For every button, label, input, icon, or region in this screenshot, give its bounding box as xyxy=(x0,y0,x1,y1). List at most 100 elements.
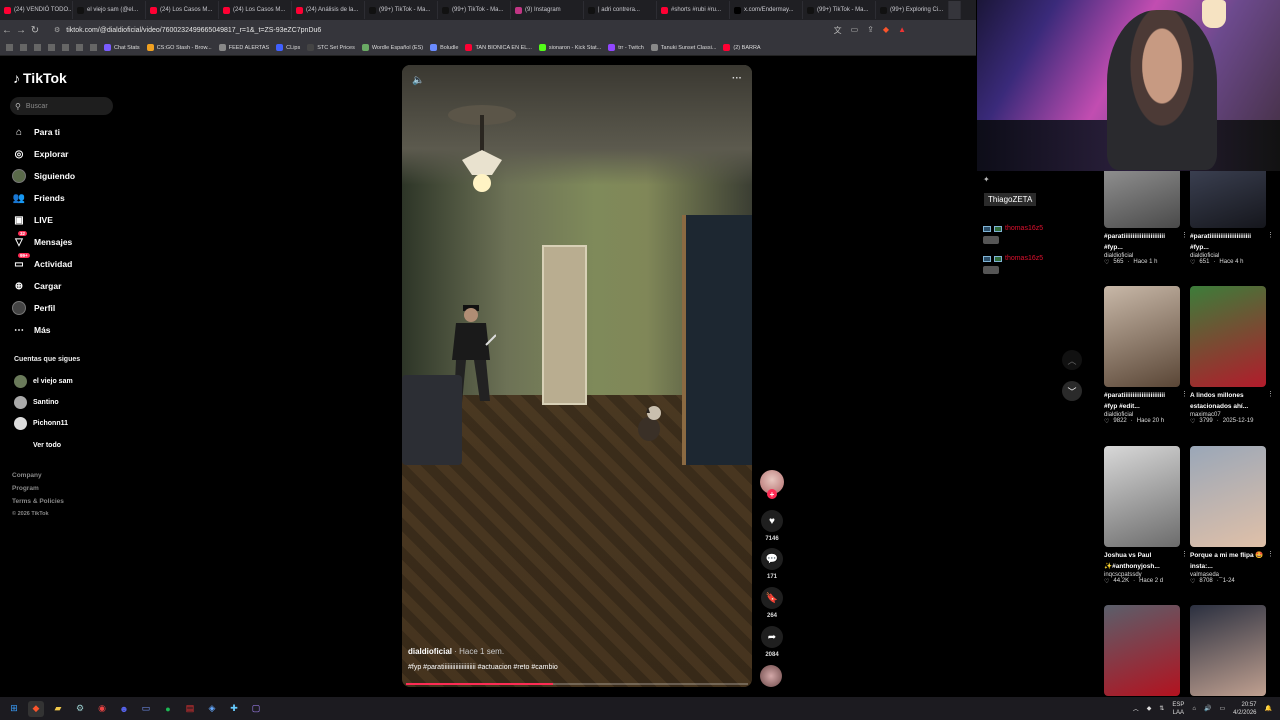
card-more-icon[interactable]: ⋮ xyxy=(1181,550,1188,558)
app-icon-cross[interactable]: ✚ xyxy=(226,701,242,717)
recommended-video-card[interactable]: Joshua vs Paul ✨#anthonyjosh... inqcscpat… xyxy=(1104,446,1188,585)
video-title[interactable]: A lindos millones estacionados ahí... xyxy=(1190,390,1266,412)
comment-icon[interactable]: 💬 xyxy=(761,548,783,570)
tray-network-icon[interactable]: ⇅ xyxy=(1159,705,1164,712)
sidebar-item-siguiendo[interactable]: Siguiendo xyxy=(12,167,122,185)
video-author[interactable]: dialdioficial · Hace 1 sem. xyxy=(408,647,748,656)
sidebar-item-live[interactable]: ▣ LIVE xyxy=(12,211,122,229)
bookmark-icon-k[interactable] xyxy=(20,44,27,51)
heart-icon[interactable]: ♥ xyxy=(761,510,783,532)
video-thumbnail[interactable] xyxy=(1190,605,1266,696)
browser-tab[interactable]: (24) Análisis de la... xyxy=(292,1,365,19)
sidebar-item-más[interactable]: ⋯ Más xyxy=(12,321,122,339)
bookmark-icon-a[interactable] xyxy=(48,44,55,51)
video-thumbnail[interactable] xyxy=(1190,446,1266,547)
sidebar-item-actividad[interactable]: ▭ 99+ Actividad xyxy=(12,253,122,273)
sidebar-item-para-ti[interactable]: ⌂ Para ti xyxy=(12,123,122,141)
bookmark-item[interactable]: CS:GO Stash - Brow... xyxy=(146,44,212,51)
card-more-icon[interactable]: ⋮ xyxy=(1267,550,1274,558)
site-info-icon[interactable]: ⚙ xyxy=(54,26,60,34)
app-icon-window[interactable]: ▢ xyxy=(248,701,264,717)
tray-chevron-icon[interactable]: ︿ xyxy=(1133,704,1139,713)
app-icon-diamond[interactable]: ◈ xyxy=(204,701,220,717)
video-progress-bar[interactable] xyxy=(406,683,748,685)
brave-app-icon[interactable]: ◆ xyxy=(28,700,44,717)
share-icon[interactable]: ⇪ xyxy=(867,25,874,36)
video-hashtags[interactable]: #fyp #paratiiiiiiiiiiiiiiiiiiiii #actuac… xyxy=(408,664,748,671)
bookmark-item[interactable]: FEED ALERTAS xyxy=(218,44,269,51)
video-thumbnail[interactable] xyxy=(1104,605,1180,696)
bookmark-item[interactable]: STC Set Prices xyxy=(307,44,355,51)
browser-tab[interactable]: (99+) TikTok - Ma... xyxy=(803,1,876,19)
file-explorer-icon[interactable]: ▰ xyxy=(50,701,66,717)
rewards-icon[interactable]: ▲ xyxy=(898,25,906,36)
next-video-button[interactable]: ﹀ xyxy=(1062,381,1082,401)
language-indicator[interactable]: ESP LAA xyxy=(1172,701,1184,717)
recommended-video-card[interactable] xyxy=(1190,605,1266,696)
bookmark-item[interactable]: TAN BIONICA EN EL... xyxy=(465,44,532,51)
video-thumbnail[interactable] xyxy=(1104,171,1180,228)
bookmark-item[interactable]: trr - Twitch xyxy=(608,44,644,51)
bookmark-item[interactable]: sionaron - Kick Stat... xyxy=(538,44,601,51)
recommended-video-card[interactable]: #paratiiiiiiiiiiiiiiiiiiiiiii #fyp #edit… xyxy=(1104,286,1188,425)
bookmark-icon-x[interactable] xyxy=(62,44,69,51)
previous-video-button[interactable]: ︿ xyxy=(1062,350,1082,370)
tiktok-logo[interactable]: ♪ TikTok xyxy=(13,70,67,86)
recommended-video-card[interactable]: #paratiiiiiiiiiiiiiiiiiiiiiii #fyp... dia… xyxy=(1190,171,1274,266)
media-app-icon[interactable]: ▤ xyxy=(182,701,198,717)
volume-tray-icon[interactable]: 🔊 xyxy=(1204,705,1211,712)
bookmark-item[interactable]: (2) BARRA xyxy=(723,44,761,51)
browser-tab-active[interactable] xyxy=(949,1,961,19)
sidebar-item-friends[interactable]: 👥 Friends xyxy=(12,189,122,207)
recommended-video-card[interactable] xyxy=(1104,605,1180,696)
notifications-icon[interactable]: 🔔 xyxy=(1265,705,1272,712)
brave-shield-icon[interactable]: ◆ xyxy=(883,25,889,36)
card-more-icon[interactable]: ⋮ xyxy=(1267,390,1274,398)
tray-brave-icon[interactable]: ◆ xyxy=(1147,705,1152,712)
bookmark-icon-diamond[interactable] xyxy=(34,44,41,51)
author-handle[interactable]: dialdioficial xyxy=(408,647,452,656)
bookmark-item[interactable]: Boludle xyxy=(430,44,458,51)
footer-link[interactable]: Company xyxy=(12,472,42,479)
bookmark-item[interactable]: Tanuki Sunset Classi... xyxy=(650,44,716,51)
sidebar-item-cargar[interactable]: ⊕ Cargar xyxy=(12,277,122,295)
following-account[interactable]: el viejo sam xyxy=(14,373,73,389)
video-title[interactable]: #paratiiiiiiiiiiiiiiiiiiiiiii #fyp #edit… xyxy=(1104,390,1180,412)
apps-grid-icon[interactable] xyxy=(6,44,13,51)
system-clock[interactable]: 20:57 4/2/2026 xyxy=(1233,701,1256,717)
browser-tab[interactable]: (24) Los Casos M... xyxy=(219,1,292,19)
music-disc-icon[interactable] xyxy=(760,665,782,687)
bookmark-item[interactable]: Chat Stats xyxy=(104,44,140,51)
browser-tab[interactable]: (24) Los Casos M... xyxy=(146,1,219,19)
wifi-icon[interactable]: ⌂ xyxy=(1192,706,1196,712)
follow-plus-icon[interactable]: + xyxy=(767,489,777,499)
bookmark-icon-globe[interactable] xyxy=(90,44,97,51)
footer-link[interactable]: Program xyxy=(12,485,39,492)
steam-icon[interactable]: ⚙ xyxy=(72,701,88,717)
discord-icon[interactable]: ☻ xyxy=(116,701,132,717)
card-more-icon[interactable]: ⋮ xyxy=(1181,390,1188,398)
card-more-icon[interactable]: ⋮ xyxy=(1267,231,1274,239)
video-title[interactable]: Porque a mi me flipa 🤩 insta:... xyxy=(1190,550,1266,572)
recommended-video-card[interactable]: Porque a mi me flipa 🤩 insta:... valmased… xyxy=(1190,446,1274,585)
see-all-link[interactable]: Ver todo xyxy=(14,437,61,453)
video-thumbnail[interactable] xyxy=(1190,286,1266,387)
browser-tab[interactable]: (99+) Exploring Ci... xyxy=(876,1,949,19)
spotify-icon[interactable]: ● xyxy=(160,701,176,717)
more-options-icon[interactable]: ··· xyxy=(732,73,742,84)
sidebar-item-mensajes[interactable]: ▽ 32 Mensajes xyxy=(12,231,122,251)
video-thumbnail[interactable] xyxy=(1104,446,1180,547)
video-title[interactable]: Joshua vs Paul ✨#anthonyjosh... xyxy=(1104,550,1180,572)
video-title[interactable]: #paratiiiiiiiiiiiiiiiiiiiiiii #fyp... xyxy=(1190,231,1266,253)
browser-tab[interactable]: (99+) TikTok - Ma... xyxy=(438,1,511,19)
following-account[interactable]: Pichonn11 xyxy=(14,415,68,431)
browser-tab[interactable]: el viejo sam (@el... xyxy=(73,1,146,19)
battery-icon[interactable]: ▭ xyxy=(1219,705,1225,712)
bookmark-icon[interactable]: 🔖 xyxy=(761,587,783,609)
footer-link[interactable]: Terms & Policies xyxy=(12,498,64,505)
browser-tab[interactable]: (9) Instagram xyxy=(511,1,584,19)
video-title[interactable]: #paratiiiiiiiiiiiiiiiiiiiiiii #fyp... xyxy=(1104,231,1180,253)
browser-tab[interactable]: (24) VENDIÓ TODO... xyxy=(0,1,73,19)
sidebar-item-perfil[interactable]: Perfil xyxy=(12,299,122,317)
browser-tab[interactable]: #shorts #rubi #ru... xyxy=(657,1,730,19)
